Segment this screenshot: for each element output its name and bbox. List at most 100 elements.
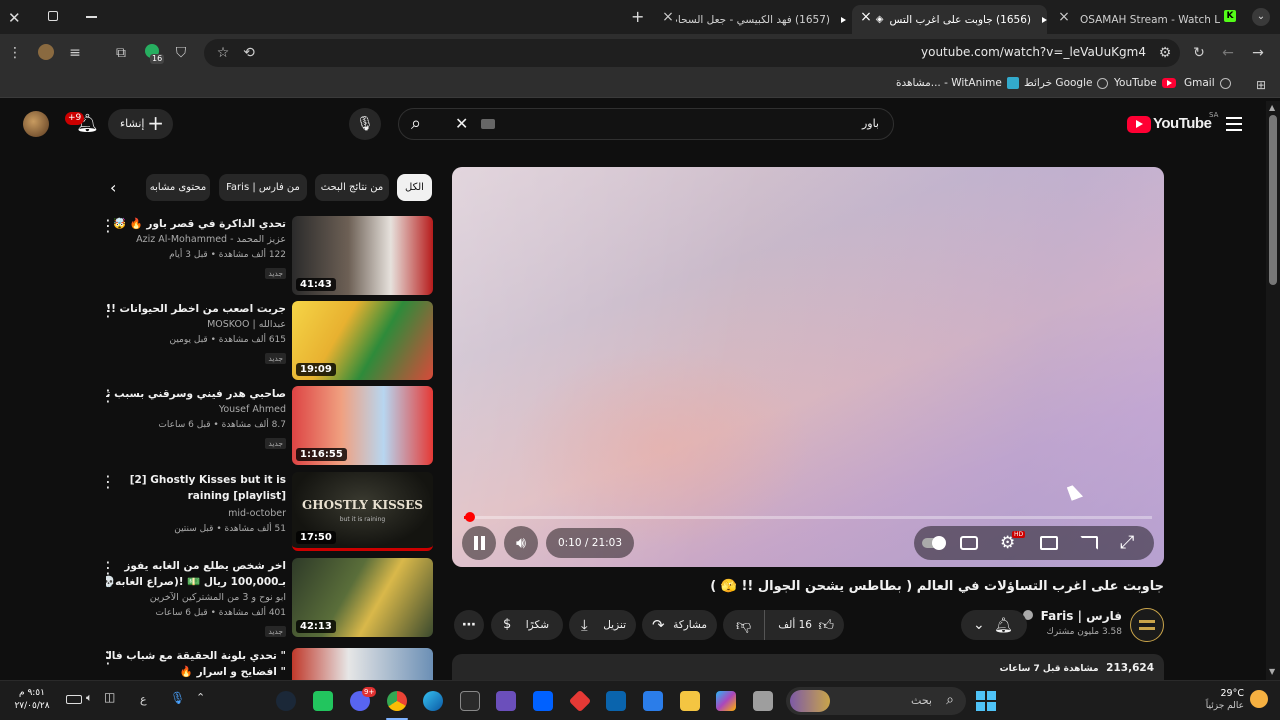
video-thumbnail[interactable]: GHOSTLY KISSES but it is raining 17:50 (292, 472, 433, 551)
extensions-icon[interactable]: ⧉ (112, 44, 130, 62)
menu-dots-icon[interactable]: ⋮ (6, 44, 24, 62)
video-thumbnail[interactable]: 19:09 (292, 301, 433, 380)
cast-icon[interactable] (1080, 536, 1098, 550)
search-input[interactable]: باور (862, 117, 879, 130)
chrome-icon[interactable] (387, 691, 407, 711)
chips-prev-icon[interactable]: ‹ (110, 178, 116, 197)
app-green-icon[interactable] (313, 691, 333, 711)
wifi-icon[interactable]: ◫ (104, 690, 115, 704)
shield-icon[interactable]: ⛉ (172, 44, 190, 62)
new-tab-icon[interactable]: + (631, 7, 644, 26)
bookmark-star-icon[interactable]: ☆ (214, 44, 232, 62)
playlist-icon[interactable]: ≡ (66, 44, 84, 62)
weather-widget[interactable]: 29°C عالم جزئياً (1196, 686, 1272, 716)
tab-fahad[interactable]: (1657) فهد الكبيسي - جعل السحاب (676, 5, 846, 34)
tray-overflow-icon[interactable]: ⌃ (196, 691, 205, 704)
reload-icon[interactable]: ↻ (1190, 44, 1208, 62)
scroll-down-icon[interactable]: ▼ (1269, 667, 1275, 676)
list-item[interactable]: 42:13 ⋮ اخر شخص يطلع من الغابه يفوز بـ10… (100, 558, 435, 638)
app-red-icon[interactable] (568, 689, 592, 713)
chip-similar[interactable]: محتوى مشابه (146, 174, 210, 201)
epic-games-icon[interactable] (460, 691, 480, 711)
outlook-icon[interactable] (606, 691, 626, 711)
dropbox-icon[interactable] (533, 691, 553, 711)
scroll-up-icon[interactable]: ▲ (1269, 103, 1275, 112)
subtitles-icon[interactable] (960, 536, 978, 550)
channel-name[interactable]: فارس | Faris (1010, 609, 1122, 623)
channel-avatar[interactable] (1130, 608, 1164, 642)
tab-search-icon[interactable]: ⌄ (1252, 8, 1270, 26)
start-icon[interactable] (976, 691, 996, 711)
task-view-icon[interactable] (753, 691, 773, 711)
chip-from-search[interactable]: من نتائج البحث (315, 174, 389, 201)
close-window-icon[interactable]: ✕ (8, 9, 21, 27)
scrollbar-thumb[interactable] (1269, 115, 1277, 285)
more-actions-button[interactable]: ⋯ (454, 610, 484, 640)
youtube-logo[interactable]: YouTube SA (1127, 111, 1227, 135)
chip-from-faris[interactable]: من فارس | Faris (219, 174, 307, 201)
search-icon[interactable]: ⌕ (411, 113, 421, 135)
extension-green-icon[interactable]: 16 (143, 44, 165, 64)
like-button[interactable]: 👍︎ 16 ألف (764, 610, 844, 640)
list-item[interactable]: 1:16:55 ⋮ صاحبي هدر فيني وسرقني بسبب ثقة… (100, 386, 435, 466)
progress-scrubber[interactable] (464, 512, 475, 522)
video-thumbnail[interactable]: 1:16:55 (292, 386, 433, 465)
file-explorer-icon[interactable] (680, 691, 700, 711)
steam-icon[interactable] (276, 691, 296, 711)
subscribe-bell-button[interactable]: 🔔︎ ⌄ (961, 610, 1027, 640)
tab-close-icon[interactable]: × (660, 9, 676, 25)
share-button[interactable]: ↷ مشاركة (642, 610, 717, 640)
list-item[interactable]: GHOSTLY KISSES but it is raining 17:50 ⋮… (100, 472, 435, 552)
bookmark-witanime[interactable]: مشاهدة... - WitAnime (896, 77, 1019, 89)
dislike-button[interactable]: 👎︎ (723, 610, 763, 640)
create-button[interactable]: + إنشاء (108, 109, 173, 139)
copilot-icon[interactable] (716, 691, 736, 711)
bookmark-gmail[interactable]: Gmail (1184, 77, 1231, 89)
bookmark-google-maps[interactable]: خرائط Google (1024, 77, 1109, 89)
list-item[interactable]: ⋮ " تحدي بلونة الحقيقة مع شباب فالكونز 🎈… (100, 648, 435, 680)
battery-icon[interactable] (66, 695, 82, 704)
thanks-button[interactable]: $ شكرًا (491, 610, 563, 640)
video-thumbnail[interactable] (292, 648, 433, 680)
all-bookmarks-icon[interactable]: ⊞ (1256, 78, 1266, 92)
extension-avatar-icon[interactable] (37, 44, 55, 62)
address-bar[interactable]: ☆ ⟲ youtube.com/watch?v=_leVaUuKgm4 ⚙ (204, 39, 1180, 67)
video-thumbnail[interactable]: 42:13 (292, 558, 433, 637)
download-button[interactable]: ⤓ تنزيل (569, 610, 636, 640)
minimize-window-icon[interactable] (86, 16, 97, 18)
back-icon[interactable]: ← (1219, 44, 1237, 62)
install-app-icon[interactable]: ⟲ (240, 44, 258, 62)
bookmark-youtube[interactable]: YouTube (1114, 77, 1176, 89)
store-icon[interactable] (643, 691, 663, 711)
volume-button[interactable]: 🔊︎ (504, 526, 538, 560)
voice-search-button[interactable]: 🎙︎ (349, 108, 381, 140)
mic-tray-icon[interactable]: 🎙︎ (170, 691, 185, 705)
taskbar-clock[interactable]: ٩:٥١ م ٢٧/٠٥/٢٨ (10, 687, 54, 713)
site-settings-icon[interactable]: ⚙ (1156, 44, 1174, 62)
fullscreen-icon[interactable]: ⤢ (1120, 532, 1134, 553)
speaker-icon[interactable]: 🔈︎ (86, 691, 93, 705)
description-box[interactable]: 213,624 مشاهدة قبل 7 ساعات (452, 654, 1164, 680)
pause-button[interactable] (462, 526, 496, 560)
video-thumbnail[interactable]: 41:43 (292, 216, 433, 295)
list-item[interactable]: 41:43 ⋮ تحدي الذاكرة في قصر باور 🔥 🤯 عزي… (100, 216, 435, 296)
language-indicator[interactable]: ع (140, 693, 147, 706)
account-avatar[interactable] (23, 111, 49, 137)
app-purple-icon[interactable] (496, 691, 516, 711)
taskbar-search[interactable]: ⌕ بحث (786, 687, 966, 715)
video-player[interactable]: 🔊︎ 0:10 / 21:03 ⚙ HD ⤢ (452, 167, 1164, 567)
chip-all[interactable]: الكل (397, 174, 432, 201)
forward-icon[interactable]: → (1249, 44, 1267, 62)
tab-active-video[interactable]: (1656) جاوبت على اغرب التس ◈ (852, 5, 1047, 34)
keyboard-icon[interactable] (481, 119, 495, 129)
list-item[interactable]: 19:09 ⋮ جربت اصعب من اخطر الحيوانات !! ع… (100, 301, 435, 381)
tab-close-icon[interactable]: × (858, 9, 874, 25)
miniplayer-icon[interactable] (1040, 536, 1058, 550)
progress-bar[interactable] (464, 512, 1152, 522)
edge-icon[interactable] (423, 691, 443, 711)
url-text[interactable]: youtube.com/watch?v=_leVaUuKgm4 (921, 45, 1146, 59)
tab-osamah[interactable]: OSAMAH Stream - Watch Live o (1070, 5, 1220, 34)
page-scrollbar[interactable]: ▲ ▼ (1266, 101, 1280, 680)
autoplay-toggle[interactable] (922, 536, 946, 550)
guide-menu-icon[interactable] (1226, 117, 1242, 131)
